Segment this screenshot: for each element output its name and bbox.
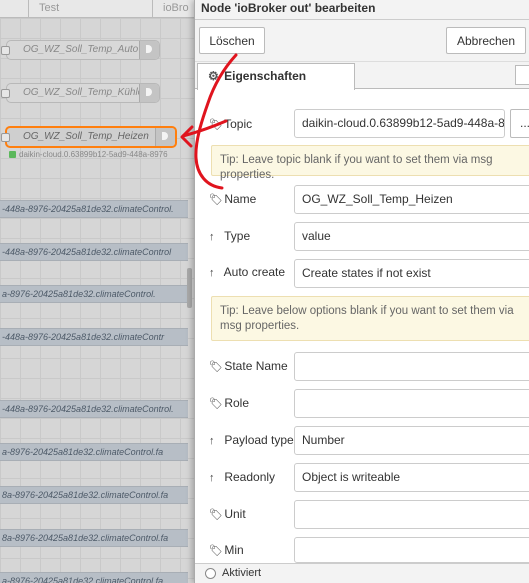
input-port[interactable] bbox=[1, 46, 10, 55]
readonly-select[interactable]: Object is writeable bbox=[294, 463, 529, 492]
delete-button[interactable]: Löschen bbox=[199, 27, 265, 54]
name-label: 🏷 Name bbox=[209, 192, 256, 206]
payload-type-label-text: Payload type bbox=[224, 433, 294, 447]
min-input[interactable] bbox=[294, 537, 529, 563]
flow-node[interactable]: a-8976-20425a81de32.climateControl.fa bbox=[0, 443, 188, 461]
flow-node[interactable]: 8a-8976-20425a81de32.climateControl.fa bbox=[0, 529, 188, 547]
state-name-label-text: State Name bbox=[224, 359, 288, 373]
arrow-up-icon: ↑ bbox=[209, 435, 215, 447]
readonly-label-text: Readonly bbox=[224, 470, 276, 484]
tag-icon: 🏷 bbox=[209, 509, 223, 521]
payload-type-label: ↑ Payload type bbox=[209, 433, 294, 447]
flow-node-heizen-selected[interactable]: OG_WZ_Soll_Temp_Heizen bbox=[1, 126, 177, 148]
autocreate-select[interactable]: Create states if not exist bbox=[294, 259, 529, 288]
arrow-up-icon: ↑ bbox=[209, 472, 215, 484]
enabled-toggle[interactable] bbox=[205, 568, 216, 579]
node-label: OG_WZ_Soll_Temp_Kühlen bbox=[23, 87, 149, 98]
input-port[interactable] bbox=[1, 89, 10, 98]
tray-footer: Aktiviert bbox=[195, 563, 529, 583]
browse-topic-button[interactable]: ... bbox=[510, 109, 529, 138]
tray-toolbar: Löschen Abbrechen bbox=[195, 20, 529, 62]
min-label: 🏷 Min bbox=[209, 543, 244, 557]
tag-icon: 🏷 bbox=[209, 194, 223, 206]
flow-node[interactable]: -448a-8976-20425a81de32.climateContr bbox=[0, 328, 188, 346]
flow-node[interactable]: 8a-8976-20425a81de32.climateControl.fa bbox=[0, 486, 188, 504]
cancel-button[interactable]: Abbrechen bbox=[446, 27, 526, 54]
gear-icon: ⚙ bbox=[208, 69, 219, 83]
flow-node-kuehlen[interactable]: OG_WZ_Soll_Temp_Kühlen bbox=[1, 83, 160, 103]
tab-iobroker[interactable]: ioBro bbox=[152, 0, 194, 18]
iobroker-icon bbox=[155, 128, 175, 146]
payload-type-select[interactable]: Number bbox=[294, 426, 529, 455]
type-label: ↑ Type bbox=[209, 229, 250, 243]
role-label: 🏷 Role bbox=[209, 396, 249, 410]
tag-icon: 🏷 bbox=[209, 398, 223, 410]
tab-properties[interactable]: ⚙ Eigenschaften bbox=[197, 63, 355, 90]
workspace-tabs: Test ioBro bbox=[0, 0, 194, 18]
tab-properties-label: Eigenschaften bbox=[224, 69, 307, 83]
status-dot-icon bbox=[9, 151, 16, 158]
role-input[interactable] bbox=[294, 389, 529, 418]
unit-input[interactable] bbox=[294, 500, 529, 529]
flow-canvas[interactable]: Test ioBro OG_WZ_Soll_Temp_Auto OG_WZ_So… bbox=[0, 0, 194, 583]
unit-label: 🏷 Unit bbox=[209, 507, 246, 521]
enabled-label: Aktiviert bbox=[222, 567, 262, 579]
tray-body: ⚙ Eigenschaften 🏷 Topic daikin-cloud.0.6… bbox=[195, 62, 529, 563]
tag-icon: 🏷 bbox=[209, 119, 223, 131]
flow-node[interactable]: -448a-8976-20425a81de32.climateControl bbox=[0, 243, 188, 261]
flow-node[interactable]: a-8976-20425a81de32.climateControl.fa bbox=[0, 572, 188, 583]
tag-icon: 🏷 bbox=[209, 361, 223, 373]
min-label-text: Min bbox=[224, 543, 244, 557]
flow-node[interactable]: a-8976-20425a81de32.climateControl. bbox=[0, 285, 188, 303]
node-status-text: daikin-cloud.0.63899b12-5ad9-448a-8976 bbox=[19, 150, 168, 159]
type-label-text: Type bbox=[224, 229, 251, 243]
unit-label-text: Unit bbox=[224, 507, 246, 521]
flow-node[interactable]: -448a-8976-20425a81de32.climateControl. bbox=[0, 400, 188, 418]
role-label-text: Role bbox=[224, 396, 250, 410]
tabs-scroll-button[interactable] bbox=[515, 65, 529, 85]
arrow-up-icon: ↑ bbox=[209, 267, 215, 279]
tray-title: Node 'ioBroker out' bearbeiten bbox=[195, 0, 529, 20]
iobroker-icon bbox=[139, 84, 159, 102]
type-select[interactable]: value bbox=[294, 222, 529, 251]
name-input[interactable]: OG_WZ_Soll_Temp_Heizen bbox=[294, 185, 529, 214]
node-label: OG_WZ_Soll_Temp_Auto bbox=[23, 44, 139, 55]
tip-options: Tip: Leave below options blank if you wa… bbox=[211, 296, 529, 341]
autocreate-label: ↑ Auto create bbox=[209, 265, 285, 279]
tag-icon: 🏷 bbox=[209, 545, 223, 557]
input-port[interactable] bbox=[1, 133, 10, 142]
readonly-label: ↑ Readonly bbox=[209, 470, 275, 484]
editor-tabs: ⚙ Eigenschaften bbox=[195, 62, 529, 90]
autocreate-label-text: Auto create bbox=[223, 265, 286, 279]
topic-label: 🏷 Topic bbox=[209, 117, 252, 131]
node-label: OG_WZ_Soll_Temp_Heizen bbox=[23, 131, 149, 142]
iobroker-icon bbox=[139, 41, 159, 59]
canvas-scrollbar[interactable] bbox=[187, 268, 192, 308]
topic-label-text: Topic bbox=[224, 117, 253, 131]
state-name-input[interactable] bbox=[294, 352, 529, 381]
state-name-label: 🏷 State Name bbox=[209, 359, 288, 373]
tab-test[interactable]: Test bbox=[28, 0, 148, 18]
node-status: daikin-cloud.0.63899b12-5ad9-448a-8976 bbox=[9, 150, 168, 159]
flow-node[interactable]: -448a-8976-20425a81de32.climateControl. bbox=[0, 200, 188, 218]
flow-node-auto[interactable]: OG_WZ_Soll_Temp_Auto bbox=[1, 40, 160, 60]
arrow-up-icon: ↑ bbox=[209, 231, 215, 243]
topic-input[interactable]: daikin-cloud.0.63899b12-5ad9-448a-8976 bbox=[294, 109, 505, 138]
tip-topic: Tip: Leave topic blank if you want to se… bbox=[211, 145, 529, 181]
edit-tray: Node 'ioBroker out' bearbeiten Löschen A… bbox=[194, 0, 529, 583]
name-label-text: Name bbox=[224, 192, 257, 206]
